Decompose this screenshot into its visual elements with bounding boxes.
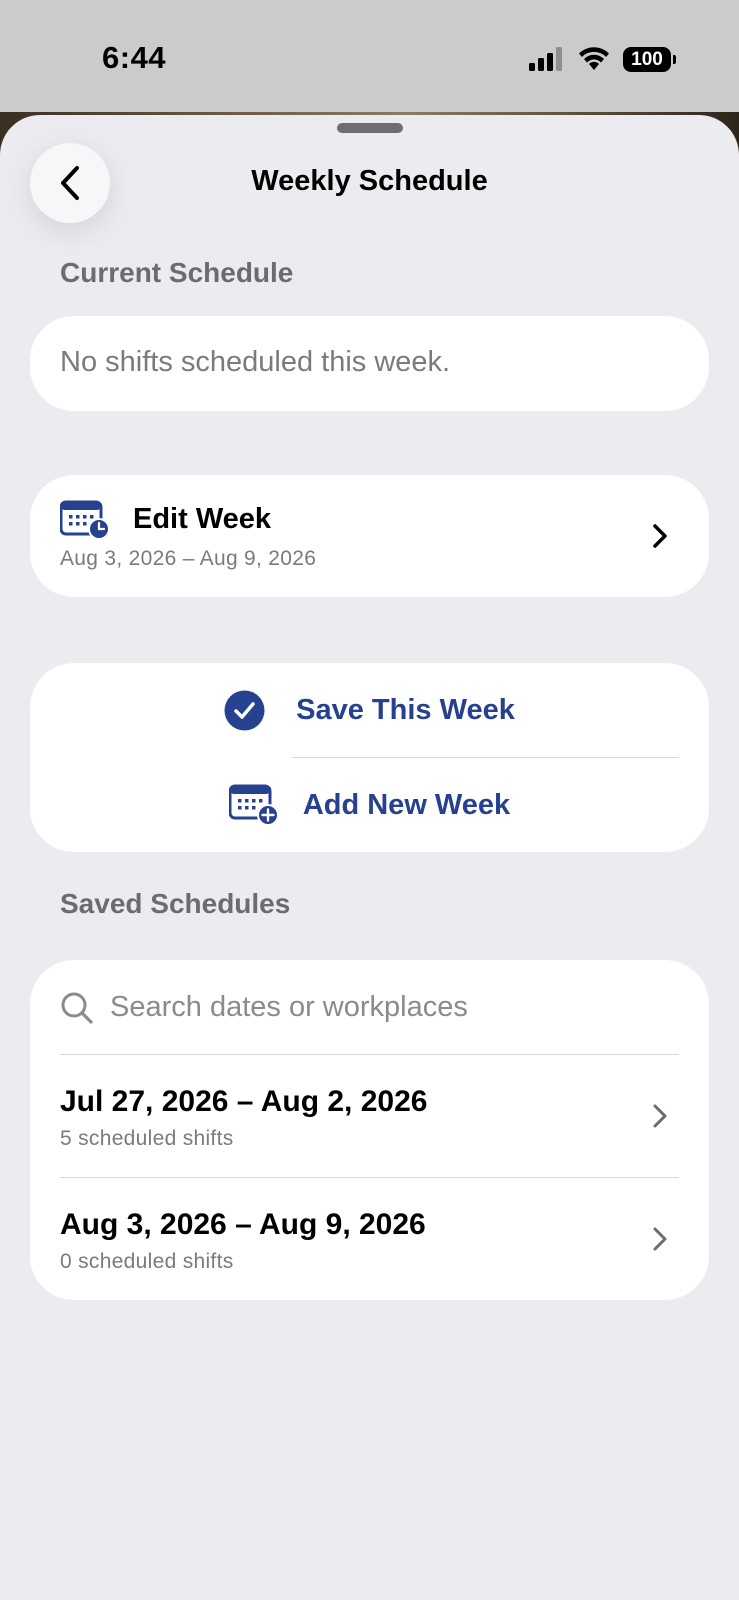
save-this-week-button[interactable]: Save This Week: [30, 663, 709, 757]
search-input[interactable]: [110, 982, 670, 1032]
saved-schedule-row[interactable]: Aug 3, 2026 – Aug 9, 2026 0 scheduled sh…: [30, 1178, 709, 1300]
calendar-plus-icon: [228, 784, 279, 826]
search-icon: [61, 992, 93, 1024]
edit-week-title: Edit Week: [133, 503, 272, 535]
saved-schedule-date-range: Jul 27, 2026 – Aug 2, 2026: [60, 1085, 428, 1118]
weekly-schedule-sheet: Weekly Schedule Current Schedule No shif…: [0, 115, 739, 1600]
chevron-right-icon: [653, 1227, 667, 1251]
save-this-week-label: Save This Week: [296, 693, 515, 726]
saved-schedules-card: Jul 27, 2026 – Aug 2, 2026 5 scheduled s…: [30, 960, 709, 1300]
edit-week-button[interactable]: Edit Week Aug 3, 2026 – Aug 9, 2026: [30, 475, 709, 597]
current-schedule-card: No shifts scheduled this week.: [30, 316, 709, 411]
add-new-week-label: Add New Week: [302, 788, 511, 821]
checkmark-circle-icon: [224, 690, 265, 730]
saved-schedule-shift-count: 5 scheduled shifts: [60, 1127, 234, 1150]
sheet-grabber[interactable]: [337, 123, 403, 133]
saved-schedule-row[interactable]: Jul 27, 2026 – Aug 2, 2026 5 scheduled s…: [30, 1055, 709, 1177]
battery-level: 100: [631, 48, 663, 70]
cellular-signal-icon: [529, 47, 562, 71]
empty-schedule-message: No shifts scheduled this week.: [60, 346, 451, 378]
status-time: 6:44: [102, 40, 167, 75]
status-bar: 6:44 100: [0, 0, 739, 115]
current-schedule-label: Current Schedule: [60, 257, 294, 288]
week-actions-card: Save This Week Add New Week: [30, 663, 709, 852]
calendar-clock-icon: [60, 500, 110, 540]
add-new-week-button[interactable]: Add New Week: [30, 758, 709, 852]
chevron-right-icon: [653, 1104, 667, 1128]
saved-schedules-label: Saved Schedules: [60, 888, 291, 919]
edit-week-date-range: Aug 3, 2026 – Aug 9, 2026: [60, 547, 317, 570]
saved-schedule-date-range: Aug 3, 2026 – Aug 9, 2026: [60, 1208, 426, 1241]
page-title: Weekly Schedule: [251, 165, 488, 197]
wifi-icon: [579, 47, 609, 70]
saved-schedule-shift-count: 0 scheduled shifts: [60, 1250, 234, 1273]
battery-icon: 100: [623, 47, 676, 72]
chevron-right-icon: [653, 524, 667, 548]
